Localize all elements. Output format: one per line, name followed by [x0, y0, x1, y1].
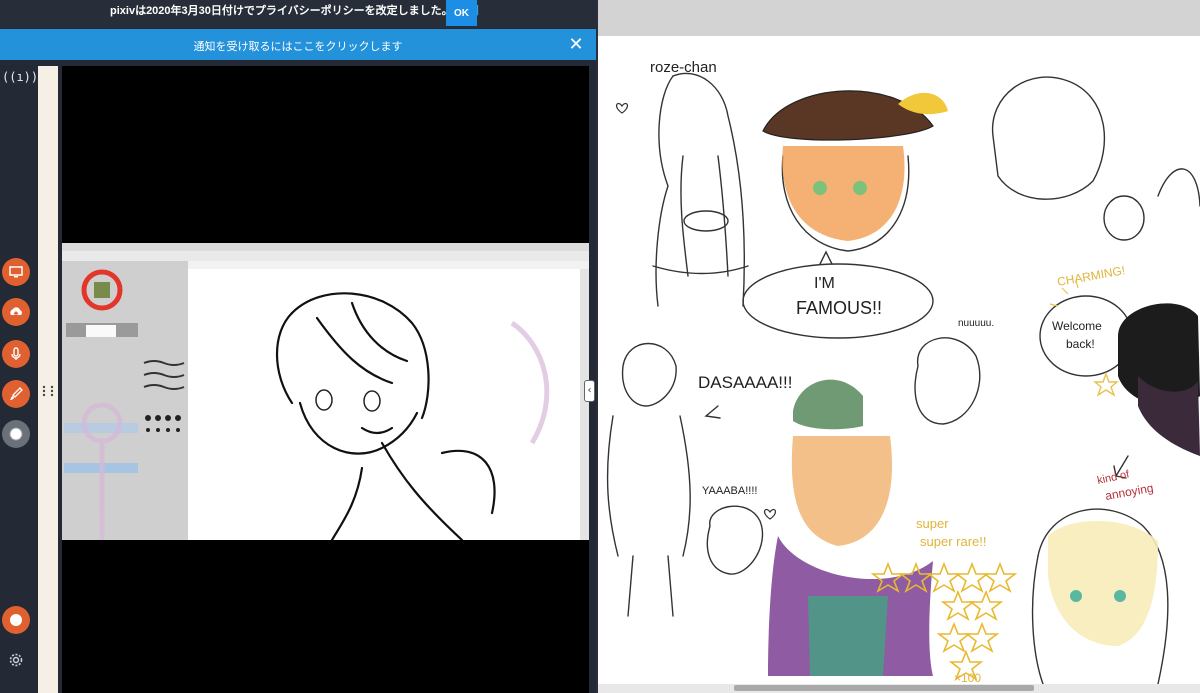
scrollbar-thumb[interactable] — [734, 685, 1034, 691]
upload-icon[interactable] — [2, 298, 30, 326]
gear-icon[interactable] — [2, 646, 30, 674]
screen-share-icon[interactable] — [2, 258, 30, 286]
label-super-rare: super rare!! — [920, 534, 986, 549]
microphone-icon[interactable] — [2, 340, 30, 368]
horizontal-scrollbar[interactable] — [598, 684, 1200, 693]
pane-collapse-chevron-icon[interactable]: ‹ — [584, 380, 595, 402]
broadcast-icon: ((ı)) — [2, 70, 39, 84]
label-famous: FAMOUS!! — [796, 298, 882, 318]
chat-collapse-strip — [38, 66, 58, 693]
resize-handle-icon[interactable] — [40, 383, 56, 399]
sketch-board: roze-chan I'M FAMOUS!! DASAAAA!!! Welcom… — [598, 36, 1200, 685]
label-roze-chan: roze-chan — [650, 59, 717, 76]
privacy-notice-text: pixivは2020年3月30日付けでプライバシーポリシーを改定しました。詳細 — [110, 2, 479, 18]
label-back: back! — [1066, 337, 1095, 351]
notification-banner[interactable]: 通知を受け取るにはここをクリックします ✕ — [0, 29, 596, 60]
close-icon[interactable]: ✕ — [566, 35, 586, 55]
label-welcome: Welcome — [1052, 319, 1102, 333]
notification-banner-text[interactable]: 通知を受け取るにはここをクリックします — [0, 38, 596, 54]
side-rail: ((ı)) — [0, 60, 39, 693]
privacy-notice-bar: pixivは2020年3月30日付けでプライバシーポリシーを改定しました。詳細 … — [0, 0, 596, 28]
drawing-canvas-pane: roze-chan I'M FAMOUS!! DASAAAA!!! Welcom… — [598, 0, 1200, 693]
label-im: I'M — [814, 275, 835, 292]
globe-icon[interactable] — [2, 420, 30, 448]
privacy-ok-button[interactable]: OK — [446, 0, 477, 26]
label-charming: CHARMING! — [1056, 263, 1126, 289]
brush-icon[interactable] — [2, 380, 30, 408]
label-times-100: ×100 — [954, 671, 981, 684]
label-yaaaba: YAAABA!!!! — [702, 485, 757, 497]
record-icon[interactable] — [2, 606, 30, 634]
canvas-top-margin — [598, 0, 1200, 36]
stream-pane: pixivは2020年3月30日付けでプライバシーポリシーを改定しました。詳細 … — [0, 0, 596, 693]
stream-video-frame — [62, 243, 589, 540]
label-dasaaa: DASAAAA!!! — [698, 373, 792, 392]
label-super: super — [916, 516, 949, 531]
label-kind-of: kind of — [1096, 468, 1131, 487]
label-nuuu: nuuuuu. — [958, 318, 994, 329]
